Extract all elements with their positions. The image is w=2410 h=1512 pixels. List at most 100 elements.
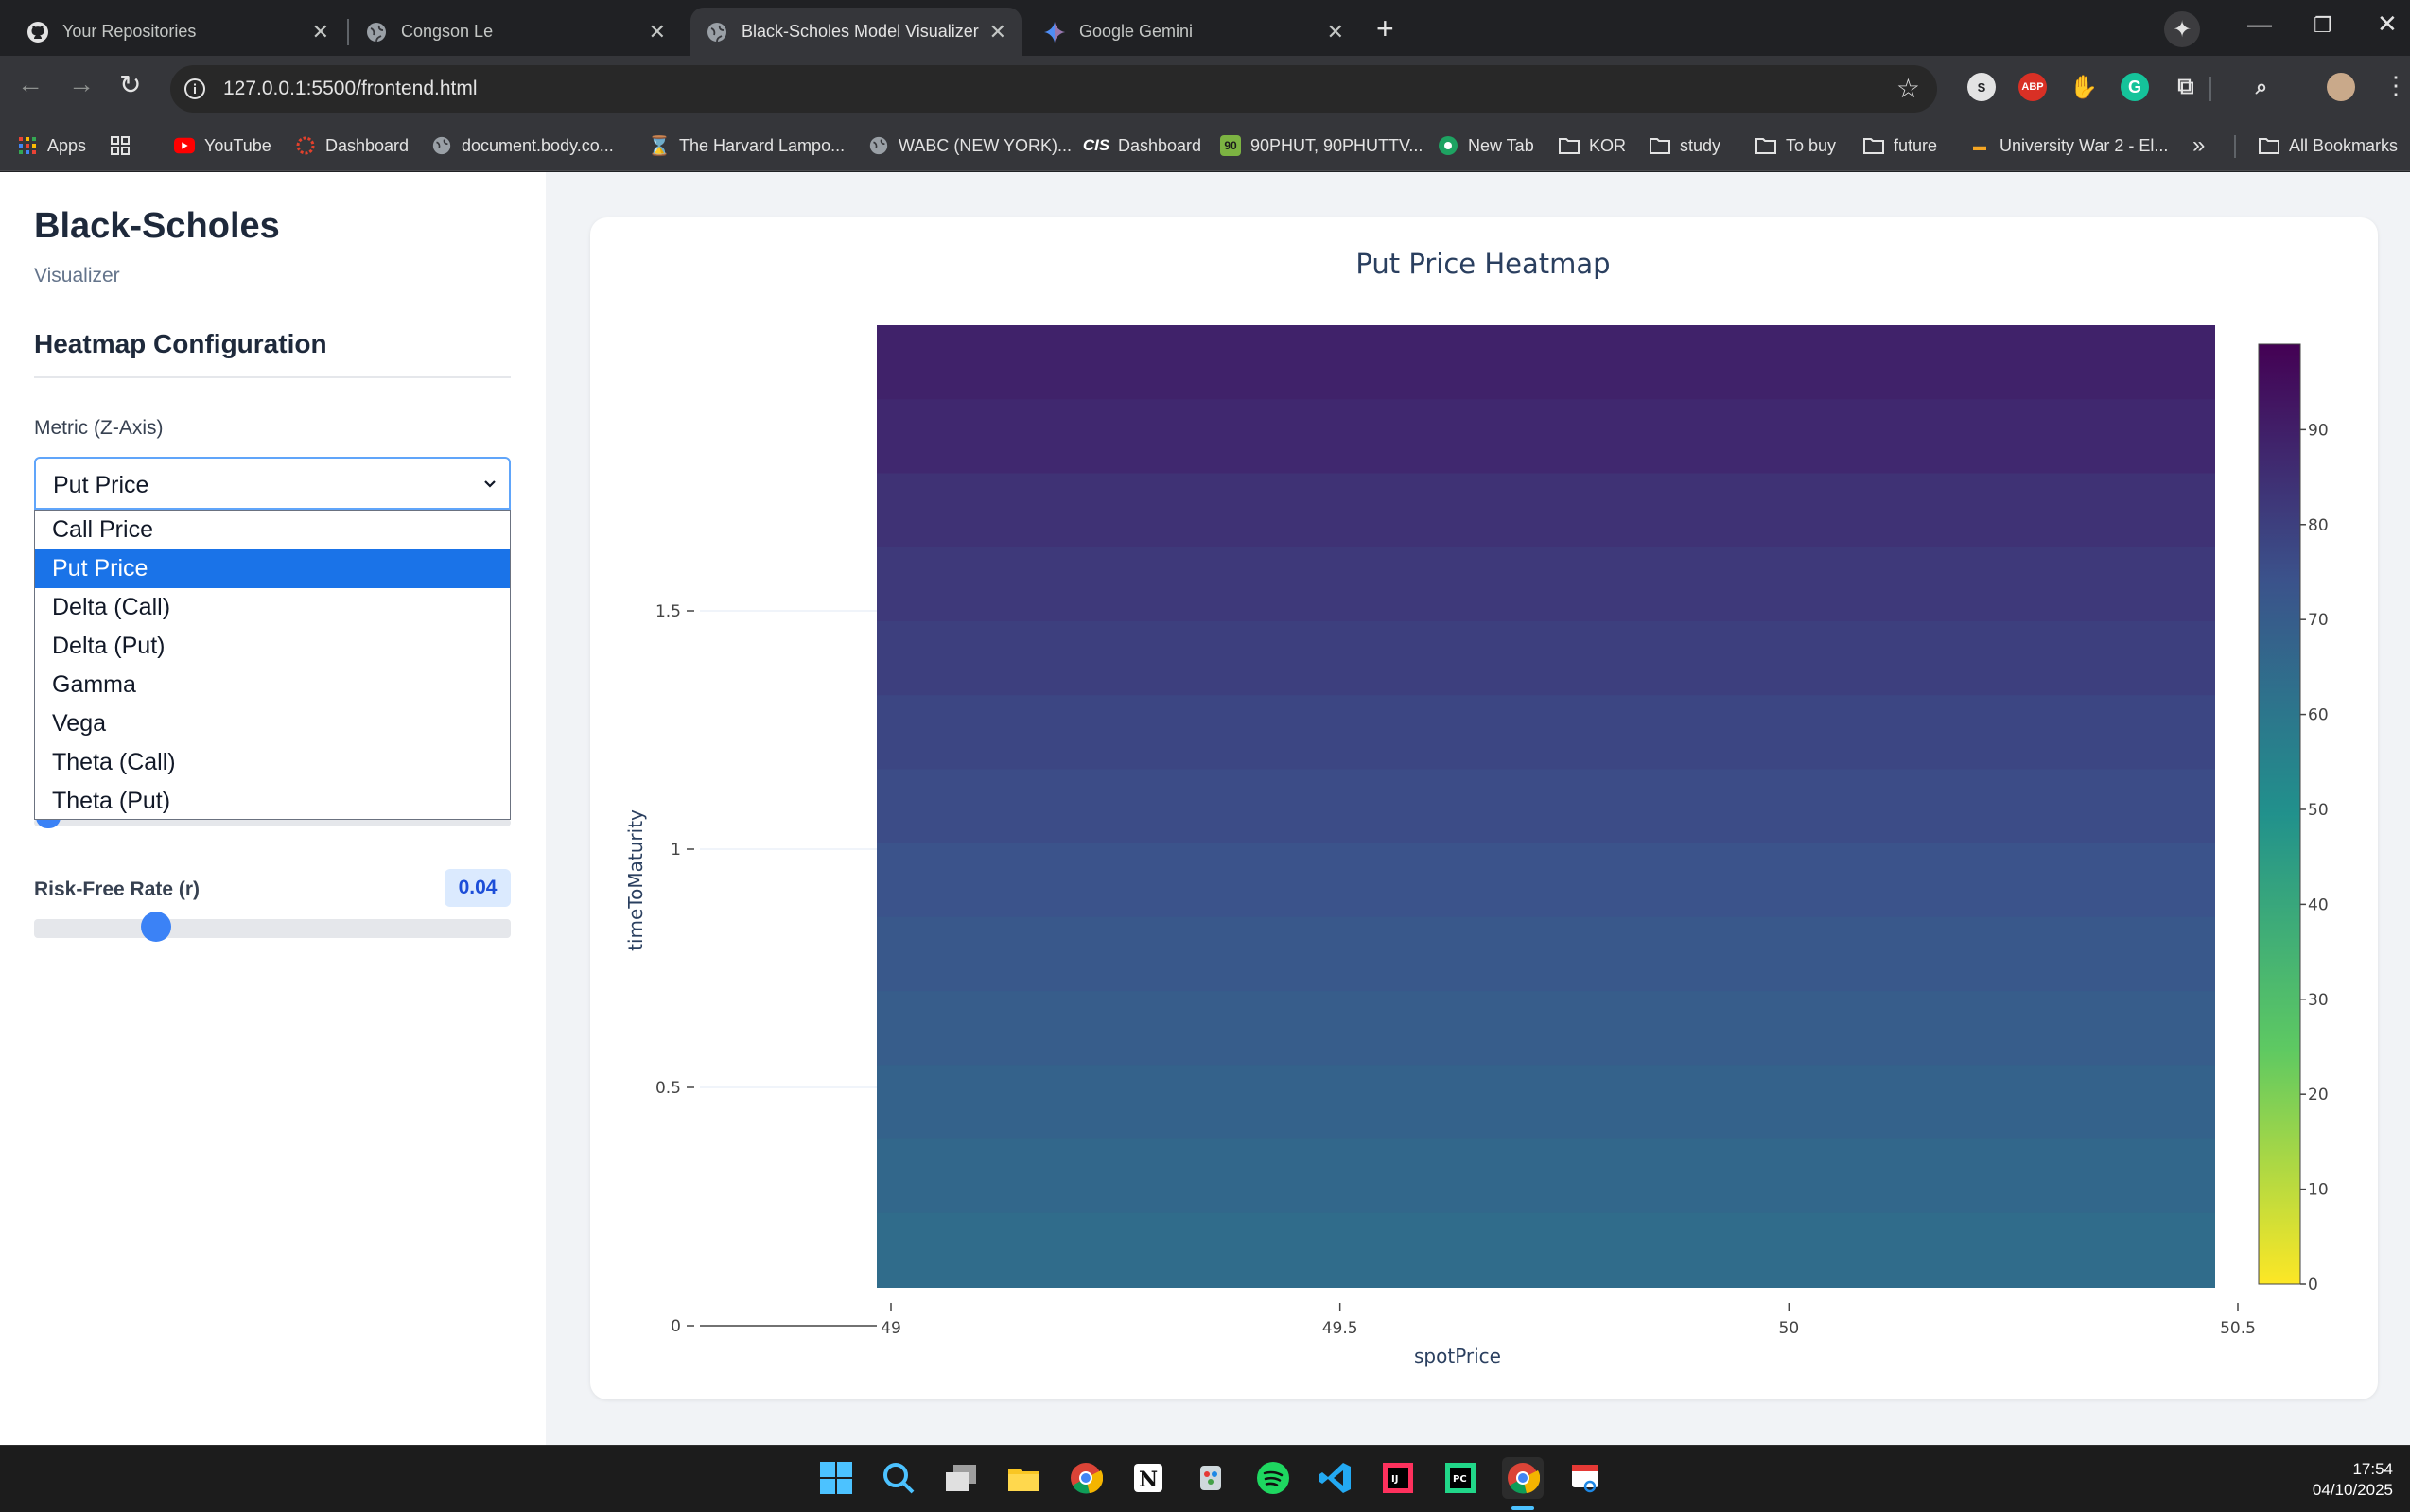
heatmap-cell[interactable] [877, 843, 2215, 918]
restore-icon[interactable]: ❐ [2314, 13, 2332, 38]
gemini-sparkle-icon[interactable]: ✦ [2164, 11, 2200, 47]
colorbar-tick-label: 10 [2308, 1181, 2329, 1200]
menu-dots-icon[interactable]: ⋮ [2384, 71, 2408, 100]
metric-option[interactable]: Delta (Put) [35, 627, 510, 666]
notion-icon[interactable]: N [1127, 1457, 1169, 1499]
spotify-icon[interactable] [1252, 1457, 1294, 1499]
globe-icon [367, 22, 386, 42]
heatmap-cell[interactable] [877, 1065, 2215, 1140]
heatmap-cell[interactable] [877, 991, 2215, 1067]
heatmap-cell[interactable] [877, 1138, 2215, 1214]
bookmark-folder-future[interactable]: future [1863, 131, 1937, 160]
bookmark-label: All Bookmarks [2289, 135, 2399, 155]
site-info-icon[interactable] [183, 78, 206, 100]
address-bar[interactable]: 127.0.0.1:5500/frontend.html ☆ [170, 65, 1937, 113]
forward-icon[interactable]: → [68, 69, 95, 99]
bookmark-university-war[interactable]: ▬ University War 2 - El... [1969, 131, 2168, 160]
close-icon[interactable]: ✕ [312, 21, 329, 43]
bookmark-dashboard-canvas[interactable]: Dashboard [295, 131, 409, 160]
back-icon[interactable]: ← [17, 69, 44, 99]
y-tick-label: 0.5 [655, 1079, 681, 1098]
heatmap-cell[interactable] [877, 916, 2215, 993]
section-title: Heatmap Configuration [34, 329, 327, 358]
bookmark-folder-to-buy[interactable]: To buy [1755, 131, 1836, 160]
avatar[interactable] [2327, 73, 2355, 101]
canvas-icon [295, 135, 316, 156]
bookmark-tab-groups[interactable] [110, 131, 140, 160]
window-close-icon[interactable]: ✕ [2377, 9, 2398, 39]
heatmap-cell[interactable] [877, 769, 2215, 844]
metric-option[interactable]: Theta (Put) [35, 782, 510, 821]
metric-select[interactable]: Put Price [34, 457, 511, 510]
divider [34, 376, 511, 378]
heatmap-chart[interactable]: Put Price Heatmap 49 49.5 50 50.5 00.511.5 … [590, 217, 2378, 1399]
bookmark-wabc[interactable]: WABC (NEW YORK)... [868, 131, 1072, 160]
metric-label: Metric (Z-Axis) [34, 417, 164, 439]
bookmark-youtube[interactable]: YouTube [174, 131, 271, 160]
bookmark-label: New Tab [1468, 135, 1534, 155]
bookmark-90phut[interactable]: 90 90PHUT, 90PHUTTV... [1220, 131, 1423, 160]
bookmark-apps[interactable]: Apps [17, 131, 86, 160]
tab-your-repositories[interactable]: Your Repositories ✕ [11, 8, 344, 56]
bookmark-folder-study[interactable]: study [1650, 131, 1720, 160]
search-icon[interactable] [878, 1457, 919, 1499]
vscode-icon[interactable] [1315, 1457, 1356, 1499]
metric-option[interactable]: Delta (Call) [35, 588, 510, 627]
pycharm-icon[interactable]: PC [1440, 1457, 1481, 1499]
chrome-active-icon[interactable] [1502, 1457, 1544, 1499]
tab-google-gemini[interactable]: Google Gemini ✕ [1028, 8, 1359, 56]
close-icon[interactable]: ✕ [989, 21, 1006, 43]
heatmap-cell[interactable] [877, 695, 2215, 771]
paint-icon[interactable] [1190, 1457, 1231, 1499]
svg-text:PC: PC [1453, 1474, 1467, 1485]
metric-option[interactable]: Vega [35, 704, 510, 743]
y-tick-label: 1 [671, 841, 681, 860]
file-explorer-icon[interactable] [1003, 1457, 1044, 1499]
metric-option[interactable]: Gamma [35, 666, 510, 704]
heatmap-cell[interactable] [877, 547, 2215, 622]
colorbar-tick-label: 40 [2308, 895, 2329, 914]
metric-option-selected[interactable]: Put Price [35, 549, 510, 588]
bookmark-icon: ▬ [1973, 138, 1986, 153]
extensions-puzzle-icon[interactable]: ⧉ [2172, 73, 2200, 101]
hand-extension-icon[interactable]: ✋ [2069, 73, 2098, 101]
bookmark-document-body[interactable]: document.body.co... [431, 131, 614, 160]
heatmap-cell[interactable] [877, 325, 2215, 401]
star-icon[interactable]: ☆ [1896, 73, 1920, 104]
risk-free-rate-slider-track[interactable] [34, 919, 511, 938]
intellij-icon[interactable]: IJ [1377, 1457, 1419, 1499]
folder-icon [1559, 135, 1580, 156]
heatmap-cell[interactable] [877, 620, 2215, 697]
all-bookmarks[interactable]: All Bookmarks [2259, 131, 2398, 160]
heatmap-cell[interactable] [877, 1212, 2215, 1288]
metric-option[interactable]: Call Price [35, 511, 510, 549]
bookmark-harvard-lampoon[interactable]: ⌛ The Harvard Lampo... [648, 131, 846, 160]
reload-icon[interactable]: ↻ [119, 69, 141, 100]
url-text: 127.0.0.1:5500/frontend.html [223, 78, 478, 99]
minimize-icon[interactable]: — [2247, 9, 2272, 39]
heatmap-cell[interactable] [877, 399, 2215, 475]
task-view-icon[interactable] [940, 1457, 982, 1499]
snipping-tool-icon[interactable] [1564, 1457, 1606, 1499]
heatmap-cell[interactable] [877, 473, 2215, 548]
grammarly-icon[interactable]: G [2121, 73, 2149, 101]
windows-start-icon[interactable] [815, 1457, 857, 1499]
bookmark-folder-kor[interactable]: KOR [1559, 131, 1626, 160]
bookmark-new-tab[interactable]: New Tab [1438, 131, 1534, 160]
page-viewport: Black-Scholes Visualizer Heatmap Configu… [0, 172, 2410, 1445]
adblock-icon[interactable]: ABP [2018, 73, 2047, 101]
bookmark-label: Apps [47, 135, 87, 155]
close-icon[interactable]: ✕ [649, 21, 666, 43]
bookmarks-overflow-button[interactable]: » [2192, 131, 2205, 160]
search-tabs-icon[interactable]: ⌕ [2247, 73, 2276, 101]
bookmarks-bar: Apps YouTube Dashboard document.body.co.… [0, 122, 2410, 171]
tab-black-scholes[interactable]: Black-Scholes Model Visualizer ✕ [690, 8, 1022, 56]
s-extension-icon[interactable]: S [1967, 73, 1996, 101]
metric-option[interactable]: Theta (Call) [35, 743, 510, 782]
new-tab-button[interactable]: + [1376, 13, 1394, 43]
bookmark-dashboard-cis[interactable]: CIS Dashboard [1083, 131, 1201, 160]
bookmark-label: WABC (NEW YORK)... [899, 135, 1073, 155]
close-icon[interactable]: ✕ [1327, 21, 1344, 43]
tab-congson-le[interactable]: Congson Le ✕ [350, 8, 681, 56]
chrome-icon[interactable] [1065, 1457, 1107, 1499]
